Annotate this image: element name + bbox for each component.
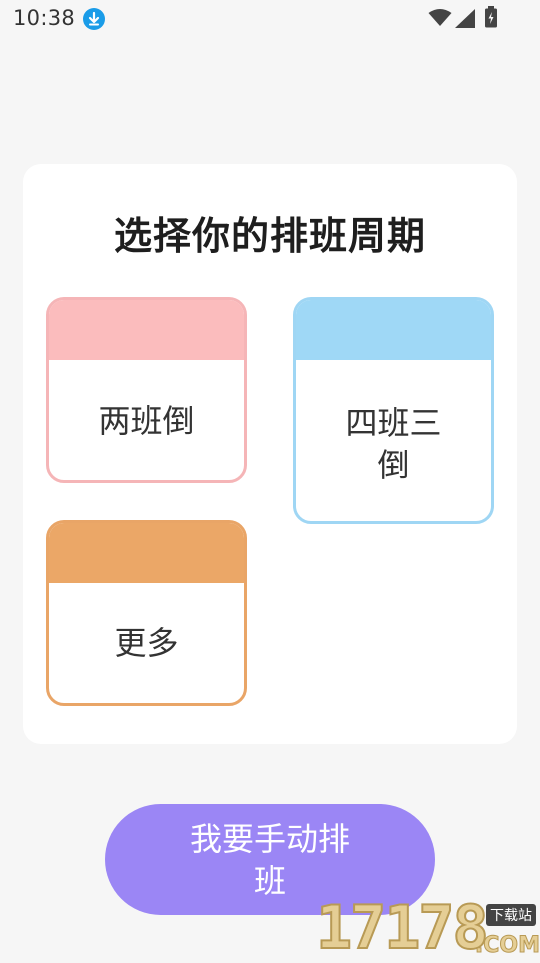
option-more[interactable]: 更多	[46, 520, 247, 706]
page-title: 选择你的排班周期	[113, 214, 426, 258]
watermark-badge: 下载站	[486, 904, 536, 926]
option-four-shifts-three-rotations[interactable]: 四班三倒	[293, 297, 494, 524]
battery-icon	[484, 6, 498, 32]
option-label: 四班三倒	[345, 404, 442, 484]
option-label: 更多	[114, 624, 179, 662]
option-label: 两班倒	[98, 402, 195, 440]
option-cap	[296, 300, 491, 360]
option-two-shifts[interactable]: 两班倒	[46, 297, 247, 483]
download-icon	[83, 8, 105, 30]
status-bar: 10:38	[0, 0, 540, 38]
signal-icon	[454, 9, 476, 33]
watermark-number: 17178	[315, 893, 490, 963]
option-cap	[49, 523, 244, 583]
option-cap	[49, 300, 244, 360]
wifi-icon	[428, 9, 452, 31]
watermark-suffix: .COM	[474, 933, 540, 959]
status-time: 10:38	[13, 6, 76, 30]
watermark-logo: 17178 下载站 .COM	[315, 893, 540, 963]
